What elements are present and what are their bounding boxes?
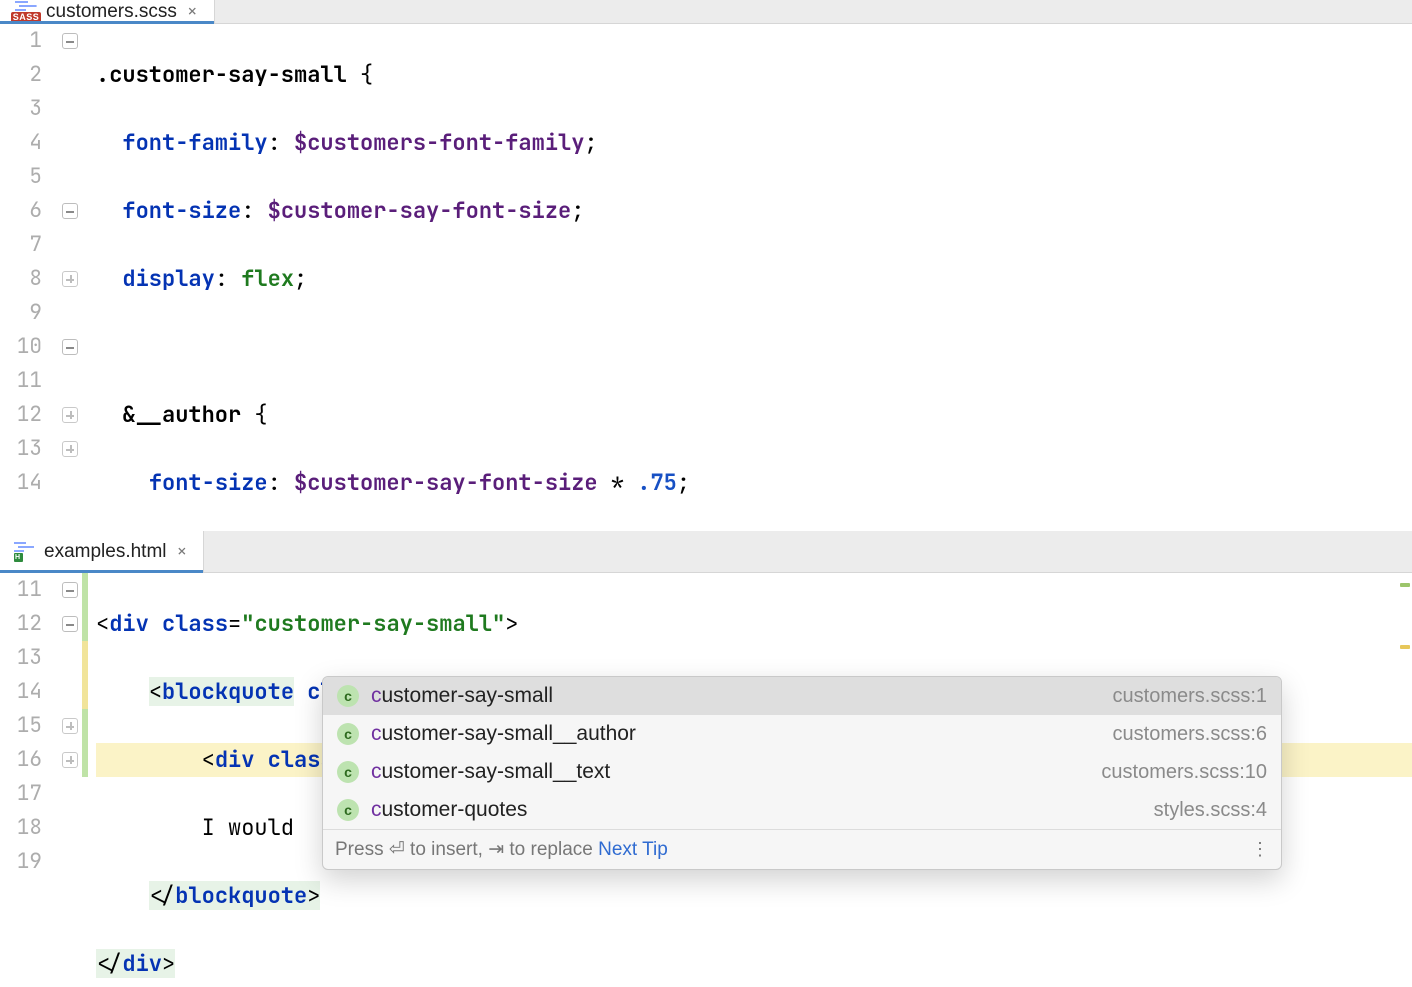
html-tag: div: [215, 745, 255, 774]
class-pill-icon: c: [337, 761, 359, 783]
html-file-icon: [14, 542, 36, 562]
fold-end-icon: [62, 441, 78, 457]
bottom-gutter: 11 12 13 14 15 16 17 18 19: [0, 573, 56, 987]
completion-footer: Press ⏎ to insert, ⇥ to replace Next Tip…: [323, 829, 1281, 869]
bottom-tabbar: examples.html ×: [0, 531, 1412, 573]
completion-hint: Press ⏎ to insert, ⇥ to replace Next Tip: [335, 838, 668, 861]
vcs-modified-marker[interactable]: [82, 641, 88, 709]
class-value: customer-say-small: [254, 609, 492, 638]
scss-variable: $customer-say-font-size: [294, 468, 598, 497]
enter-key-icon: ⏎: [389, 839, 405, 861]
scss-variable: $customers-font-family: [294, 128, 584, 157]
nested-selector: &__author: [122, 400, 241, 429]
number-literal: .75: [637, 468, 677, 497]
completion-item[interactable]: c customer-quotes styles.scss:4: [323, 791, 1281, 829]
html-tag: div: [109, 609, 149, 638]
fold-end-icon: [62, 407, 78, 423]
completion-source: customers.scss:1: [1113, 685, 1267, 708]
html-tag: blockquote: [175, 881, 307, 910]
tab-title: examples.html: [44, 541, 167, 563]
completion-item[interactable]: c customer-say-small customers.scss:1: [323, 677, 1281, 715]
error-stripe[interactable]: [1398, 573, 1412, 987]
class-pill-icon: c: [337, 685, 359, 707]
kebab-icon[interactable]: ⋮: [1251, 839, 1269, 860]
completion-source: customers.scss:10: [1101, 761, 1267, 784]
tab-title: customers.scss: [46, 1, 177, 23]
top-tabbar: SASS customers.scss ×: [0, 0, 1412, 24]
completion-label: customer-quotes: [371, 798, 1142, 822]
css-property: display: [122, 264, 214, 293]
completion-item[interactable]: c customer-say-small__text customers.scs…: [323, 753, 1281, 791]
fold-toggle-icon[interactable]: [62, 33, 78, 49]
completion-item[interactable]: c customer-say-small__author customers.s…: [323, 715, 1281, 753]
fold-toggle-icon[interactable]: [62, 616, 78, 632]
html-tag: blockquote: [162, 677, 294, 706]
html-attr: class: [162, 609, 228, 638]
vcs-added-marker[interactable]: [82, 573, 88, 641]
class-pill-icon: c: [337, 799, 359, 821]
completion-label: customer-say-small: [371, 684, 1101, 708]
completion-popup: c customer-say-small customers.scss:1 c …: [322, 676, 1282, 870]
completion-label: customer-say-small__author: [371, 722, 1101, 746]
bottom-editor[interactable]: 11 12 13 14 15 16 17 18 19 <div class="c…: [0, 573, 1412, 987]
css-value: flex: [241, 264, 294, 293]
info-marker[interactable]: [1400, 583, 1410, 587]
tab-customers-scss[interactable]: SASS customers.scss ×: [0, 0, 215, 23]
completion-source: customers.scss:6: [1113, 723, 1267, 746]
css-property: font-size: [149, 468, 268, 497]
fold-end-icon: [62, 271, 78, 287]
next-tip-link[interactable]: Next Tip: [598, 839, 668, 860]
css-property: font-family: [122, 128, 267, 157]
close-icon[interactable]: ×: [175, 540, 190, 563]
selector: .customer-say-small: [96, 60, 347, 89]
fold-toggle-icon[interactable]: [62, 582, 78, 598]
vcs-added-marker[interactable]: [82, 709, 88, 777]
html-tag: div: [122, 949, 162, 978]
fold-toggle-icon[interactable]: [62, 339, 78, 355]
completion-label: customer-say-small__text: [371, 760, 1089, 784]
fold-toggle-icon[interactable]: [62, 203, 78, 219]
scss-variable: $customer-say-font-size: [268, 196, 572, 225]
sass-file-icon: SASS: [14, 1, 38, 23]
class-pill-icon: c: [337, 723, 359, 745]
css-property: font-size: [122, 196, 241, 225]
tab-examples-html[interactable]: examples.html ×: [0, 531, 204, 572]
tab-key-icon: ⇥: [488, 839, 504, 861]
completion-source: styles.scss:4: [1154, 799, 1267, 822]
warn-marker[interactable]: [1400, 645, 1410, 649]
close-icon[interactable]: ×: [185, 0, 200, 23]
text-node: I would: [202, 813, 308, 842]
fold-end-icon: [62, 752, 78, 768]
fold-end-icon: [62, 718, 78, 734]
